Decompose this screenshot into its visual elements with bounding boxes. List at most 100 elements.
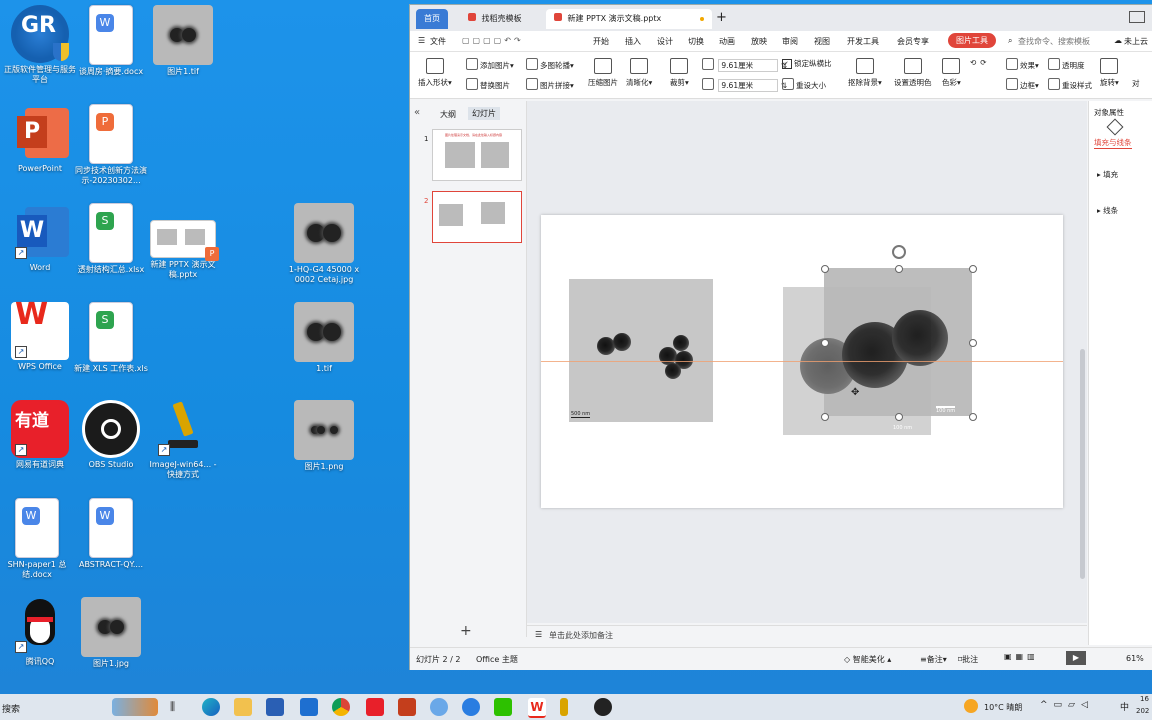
compress-picture-button[interactable]: 压缩图片 bbox=[588, 58, 618, 88]
tab-document[interactable]: 新建 PPTX 演示文稿.pptx bbox=[546, 9, 712, 29]
section-fill[interactable]: ▸ 填充 bbox=[1097, 169, 1118, 180]
imagej-taskbar-icon[interactable] bbox=[560, 698, 568, 716]
picture-join-button[interactable]: 图片拼接▾ bbox=[526, 78, 574, 91]
reset-size-button[interactable]: 重设大小 bbox=[782, 78, 826, 91]
tem-picture-selected[interactable]: 100 nm bbox=[800, 268, 972, 416]
add-picture-button[interactable]: 添加图片▾ bbox=[466, 58, 514, 71]
effects-button[interactable]: 效果▾ bbox=[1006, 58, 1039, 71]
tab-slides[interactable]: 幻灯片 bbox=[468, 107, 500, 120]
desktop-icon-image[interactable]: 1.tif bbox=[287, 302, 361, 374]
desktop-icon-powerpoint[interactable]: P PowerPoint bbox=[3, 104, 77, 174]
k-app-icon[interactable] bbox=[462, 698, 480, 716]
desktop-icon-file[interactable]: W SHN-paper1 总结.docx bbox=[0, 498, 74, 580]
rotate-handle-icon[interactable] bbox=[892, 245, 906, 259]
weather-text[interactable]: 10°C 晴朗 bbox=[984, 702, 1022, 713]
notes-bar[interactable]: ☰ 单击此处添加备注 bbox=[527, 625, 1087, 646]
tab-templates[interactable]: 找稻壳模板 bbox=[460, 9, 530, 29]
tray-icons[interactable]: ^▭▱◁ bbox=[1040, 700, 1094, 710]
smart-beautify-button[interactable]: ◇ 智能美化 ▴ bbox=[844, 654, 891, 665]
color-button[interactable]: 色彩▾ bbox=[942, 58, 961, 88]
resize-handle-n[interactable] bbox=[895, 265, 903, 273]
height-value[interactable]: 9.61厘米 bbox=[718, 59, 779, 72]
slide-canvas[interactable]: 500 nm 100 nm 100 nm ✥ bbox=[541, 215, 1063, 508]
wps-taskbar-icon[interactable]: W bbox=[528, 698, 546, 718]
menu-home[interactable]: 开始 bbox=[593, 36, 609, 47]
transparency-button[interactable]: 透明度 bbox=[1048, 58, 1085, 71]
height-field[interactable]: 9.61厘米 ⇅ bbox=[702, 58, 787, 72]
reset-style-button[interactable]: 重设样式 bbox=[1048, 78, 1092, 91]
slide-thumbnail-2[interactable] bbox=[432, 191, 522, 243]
search-icon[interactable]: ⌕ bbox=[1008, 36, 1012, 46]
tem-picture-left[interactable]: 500 nm bbox=[569, 279, 713, 422]
desktop-icon-image[interactable]: 图片1.tif bbox=[146, 5, 220, 77]
desktop-icon-gr[interactable]: GR 正版软件管理与服务平台 bbox=[3, 5, 77, 85]
store-icon[interactable] bbox=[266, 698, 284, 716]
command-search-input[interactable]: 查找命令、搜索模板 bbox=[1018, 36, 1090, 47]
hamburger-icon[interactable]: ☰ bbox=[418, 36, 425, 45]
desktop-icon-obs[interactable]: OBS Studio bbox=[74, 400, 148, 470]
desktop-icon-file[interactable]: W ABSTRACT-QY.... bbox=[74, 498, 148, 570]
set-transparent-button[interactable]: 设置透明色 bbox=[894, 58, 932, 88]
desktop-icon-youdao[interactable]: 有道 ↗ 网易有道词典 bbox=[3, 400, 77, 470]
edge-icon[interactable] bbox=[202, 698, 220, 716]
align-button[interactable]: 对 bbox=[1132, 78, 1140, 89]
quick-access-icons[interactable]: ▢▢▢▢↶↷ bbox=[462, 36, 524, 45]
resize-handle-ne[interactable] bbox=[969, 265, 977, 273]
task-view-icon[interactable]: ⫼ bbox=[170, 700, 175, 714]
section-line[interactable]: ▸ 线条 bbox=[1097, 205, 1118, 216]
tab-fill-and-line[interactable]: 填充与线条 bbox=[1094, 137, 1132, 149]
view-mode-icons[interactable]: ▣▦▥ bbox=[1004, 652, 1039, 661]
window-layout-icon[interactable] bbox=[1129, 11, 1145, 23]
desktop-icon-image[interactable]: 1-HQ-G4 45000 x 0002 Cetaj.jpg bbox=[287, 203, 361, 285]
desktop-icon-image[interactable]: 图片1.jpg bbox=[74, 597, 148, 669]
menu-member[interactable]: 会员专享 bbox=[897, 36, 929, 47]
width-field[interactable]: 9.61厘米 ⇅ bbox=[702, 78, 787, 92]
menu-review[interactable]: 审阅 bbox=[782, 36, 798, 47]
menu-animation[interactable]: 动画 bbox=[719, 36, 735, 47]
menu-picture-tools[interactable]: 图片工具 bbox=[948, 33, 996, 48]
resize-handle-nw[interactable] bbox=[821, 265, 829, 273]
rotate-button[interactable]: 旋转▾ bbox=[1100, 58, 1119, 88]
taskbar-search[interactable]: 搜索 bbox=[2, 702, 20, 715]
resize-handle-se[interactable] bbox=[969, 413, 977, 421]
notes-toggle-button[interactable]: ≡备注▾ bbox=[920, 654, 947, 665]
new-tab-button[interactable]: + bbox=[716, 10, 727, 25]
resize-handle-sw[interactable] bbox=[821, 413, 829, 421]
tab-outline[interactable]: 大纲 bbox=[440, 109, 456, 120]
desktop-icon-file[interactable]: P 同步技术创新方法演示-20230302... bbox=[74, 104, 148, 186]
desktop-icon-file[interactable]: S 透射结构汇总.xlsx bbox=[74, 203, 148, 275]
slide-thumbnail-1[interactable]: 图片处理演示文档，请在此处输入标题内容 bbox=[432, 129, 522, 181]
resize-handle-s[interactable] bbox=[895, 413, 903, 421]
desktop-icon-file[interactable]: S 新建 XLS 工作表.xls bbox=[74, 302, 148, 374]
cloud-status[interactable]: 未上云 bbox=[1124, 36, 1148, 47]
clock-time[interactable]: 16 bbox=[1140, 695, 1149, 703]
wechat-icon[interactable] bbox=[494, 698, 512, 716]
powerpoint-taskbar-icon[interactable] bbox=[398, 698, 416, 716]
insert-shape-button[interactable]: 插入形状▾ bbox=[418, 58, 452, 88]
collapse-panel-icon[interactable]: « bbox=[414, 107, 420, 118]
rotate-icons[interactable]: ⟲⟳ bbox=[970, 58, 991, 67]
resize-handle-w[interactable] bbox=[821, 339, 829, 347]
file-explorer-icon[interactable] bbox=[234, 698, 252, 716]
theme-name[interactable]: Office 主题 bbox=[476, 654, 518, 665]
desktop-icon-file[interactable]: W 谈周房·摘要.docx bbox=[74, 5, 148, 77]
menu-slideshow[interactable]: 放映 bbox=[751, 36, 767, 47]
border-button[interactable]: 边框▾ bbox=[1006, 78, 1039, 91]
menu-developer[interactable]: 开发工具 bbox=[847, 36, 879, 47]
network-app-icon[interactable] bbox=[430, 698, 448, 716]
vertical-scrollbar[interactable] bbox=[1080, 349, 1085, 579]
desktop-icon-qq[interactable]: ↗ 腾讯QQ bbox=[3, 597, 77, 667]
comments-button[interactable]: ⌑批注 bbox=[958, 654, 978, 665]
tab-home[interactable]: 首页 bbox=[416, 9, 448, 29]
replace-picture-button[interactable]: 替换图片 bbox=[466, 78, 510, 91]
lock-ratio-checkbox[interactable]: ✓ 锁定纵横比 bbox=[782, 58, 832, 69]
menu-design[interactable]: 设计 bbox=[657, 36, 673, 47]
desktop-icon-image[interactable]: 图片1.png bbox=[287, 400, 361, 472]
notes-placeholder[interactable]: 单击此处添加备注 bbox=[549, 630, 613, 641]
input-method[interactable]: 中 bbox=[1120, 700, 1129, 713]
chrome-icon[interactable] bbox=[332, 698, 350, 716]
clock-date[interactable]: 202 bbox=[1136, 707, 1149, 715]
add-slide-button[interactable]: + bbox=[460, 623, 472, 639]
mail-icon[interactable] bbox=[300, 698, 318, 716]
play-slideshow-button[interactable]: ▶ bbox=[1066, 651, 1086, 665]
